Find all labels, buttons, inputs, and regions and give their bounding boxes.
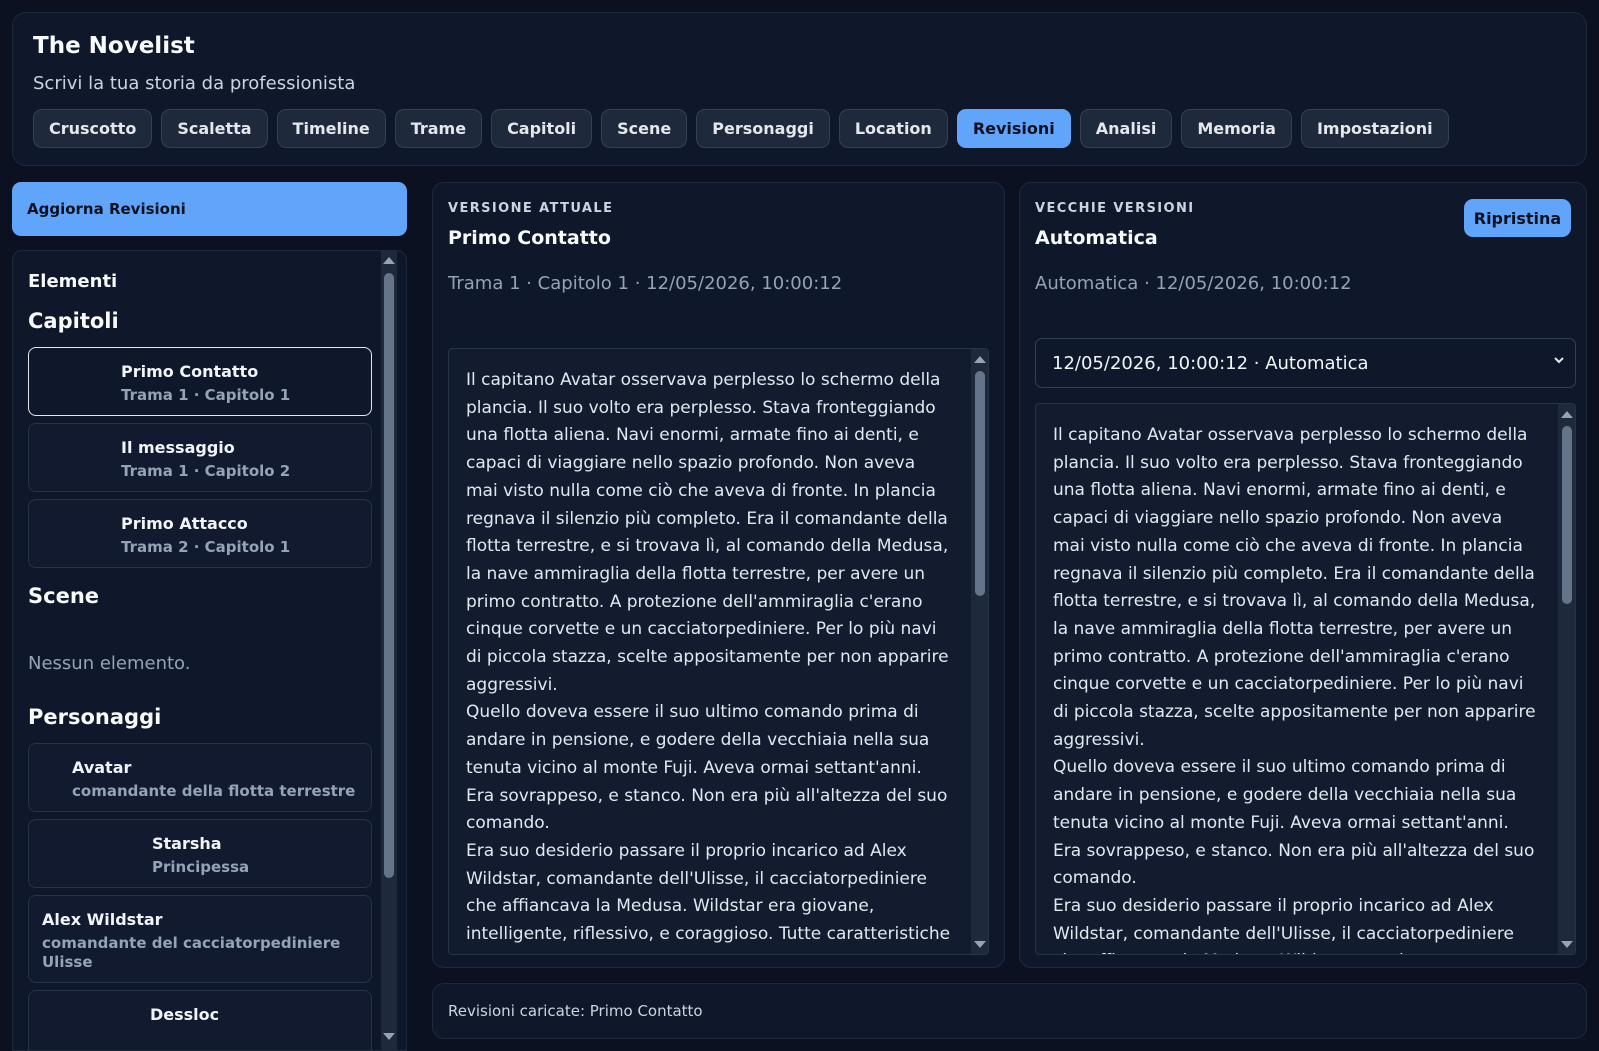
tab-location[interactable]: Location [838,109,948,148]
current-version-panel: VERSIONE ATTUALE Primo Contatto Trama 1 … [432,182,1005,968]
version-select-value: 12/05/2026, 10:00:12 · Automatica [1052,352,1369,374]
character-name: Alex Wildstar [42,910,163,929]
app-title: The Novelist [33,33,195,59]
character-card[interactable]: Starsha Principessa [28,819,372,888]
tab-timeline[interactable]: Timeline [276,109,386,148]
tab-capitoli[interactable]: Capitoli [491,109,593,148]
scenes-heading: Scene [28,584,100,608]
chevron-down-icon [1554,357,1564,364]
main-nav: Cruscotto Scaletta Timeline Trame Capito… [33,109,1449,148]
character-name: Avatar [72,758,132,777]
current-text-area[interactable]: Il capitano Avatar osservava perplesso l… [448,348,989,955]
old-versions-panel: VECCHIE VERSIONI Automatica Automatica ·… [1019,182,1587,968]
character-role: comandante del cacciatorpediniere Ulisse [42,934,341,971]
scroll-thumb[interactable] [1562,426,1572,604]
chapter-card[interactable]: Il messaggio Trama 1 · Capitolo 2 [28,423,372,492]
character-role: Principessa [152,858,250,876]
old-versions-label: VECCHIE VERSIONI [1035,201,1195,216]
tab-impostazioni[interactable]: Impostazioni [1300,109,1449,148]
chapter-card[interactable]: Primo Attacco Trama 2 · Capitolo 1 [28,499,372,568]
elements-heading: Elementi [28,271,118,292]
scroll-up-icon[interactable] [383,257,395,264]
old-version-title: Automatica [1035,227,1158,249]
chapters-heading: Capitoli [28,309,119,333]
current-version-label: VERSIONE ATTUALE [448,201,614,216]
tab-scene[interactable]: Scene [601,109,688,148]
current-version-title: Primo Contatto [448,227,611,249]
status-bar: Revisioni caricate: Primo Contatto [432,983,1587,1039]
scroll-thumb[interactable] [975,371,985,596]
character-card[interactable]: Dessloc [28,990,372,1050]
tab-memoria[interactable]: Memoria [1181,109,1292,148]
current-version-meta: Trama 1 · Capitolo 1 · 12/05/2026, 10:00… [448,273,843,294]
update-revisions-button[interactable]: Aggiorna Revisioni [12,182,407,236]
chapter-title: Il messaggio [121,438,235,457]
elements-sidebar: Elementi Capitoli Primo Contatto Trama 1… [12,250,407,1051]
status-text: Revisioni caricate: Primo Contatto [448,1002,703,1020]
chapter-title: Primo Attacco [121,514,248,533]
character-card[interactable]: Avatar comandante della flotta terrestre [28,743,372,812]
character-role: comandante della flotta terrestre [72,782,356,800]
sidebar-scrollbar[interactable] [381,251,397,1050]
scroll-down-icon[interactable] [1561,941,1573,948]
app-subtitle: Scrivi la tua storia da professionista [33,73,356,94]
chapter-title: Primo Contatto [121,362,259,381]
old-text: Il capitano Avatar osservava perplesso l… [1053,425,1536,954]
scroll-down-icon[interactable] [383,1033,395,1040]
characters-heading: Personaggi [28,705,162,729]
old-text-scrollbar[interactable] [1558,404,1575,954]
old-version-meta: Automatica · 12/05/2026, 10:00:12 [1035,273,1352,294]
chapter-subtitle: Trama 1 · Capitolo 2 [121,462,291,480]
scroll-up-icon[interactable] [1561,411,1573,418]
scroll-up-icon[interactable] [974,356,986,363]
scenes-empty-text: Nessun elemento. [28,653,191,674]
restore-button[interactable]: Ripristina [1464,199,1571,237]
current-text-scrollbar[interactable] [971,349,988,954]
tab-personaggi[interactable]: Personaggi [696,109,830,148]
chapter-subtitle: Trama 1 · Capitolo 1 [121,386,291,404]
tab-analisi[interactable]: Analisi [1079,109,1173,148]
app-header: The Novelist Scrivi la tua storia da pro… [12,12,1587,166]
tab-revisioni[interactable]: Revisioni [956,109,1071,148]
character-card[interactable]: Alex Wildstar comandante del cacciatorpe… [28,895,372,983]
current-text: Il capitano Avatar osservava perplesso l… [466,370,951,954]
character-name: Dessloc [150,1005,220,1024]
scroll-thumb[interactable] [384,273,394,878]
chapter-card[interactable]: Primo Contatto Trama 1 · Capitolo 1 [28,347,372,416]
version-select[interactable]: 12/05/2026, 10:00:12 · Automatica [1035,338,1576,388]
tab-cruscotto[interactable]: Cruscotto [33,109,153,148]
old-text-area[interactable]: Il capitano Avatar osservava perplesso l… [1035,403,1576,955]
chapter-subtitle: Trama 2 · Capitolo 1 [121,538,291,556]
tab-trame[interactable]: Trame [394,109,483,148]
character-name: Starsha [152,834,222,853]
scroll-down-icon[interactable] [974,941,986,948]
tab-scaletta[interactable]: Scaletta [161,109,268,148]
